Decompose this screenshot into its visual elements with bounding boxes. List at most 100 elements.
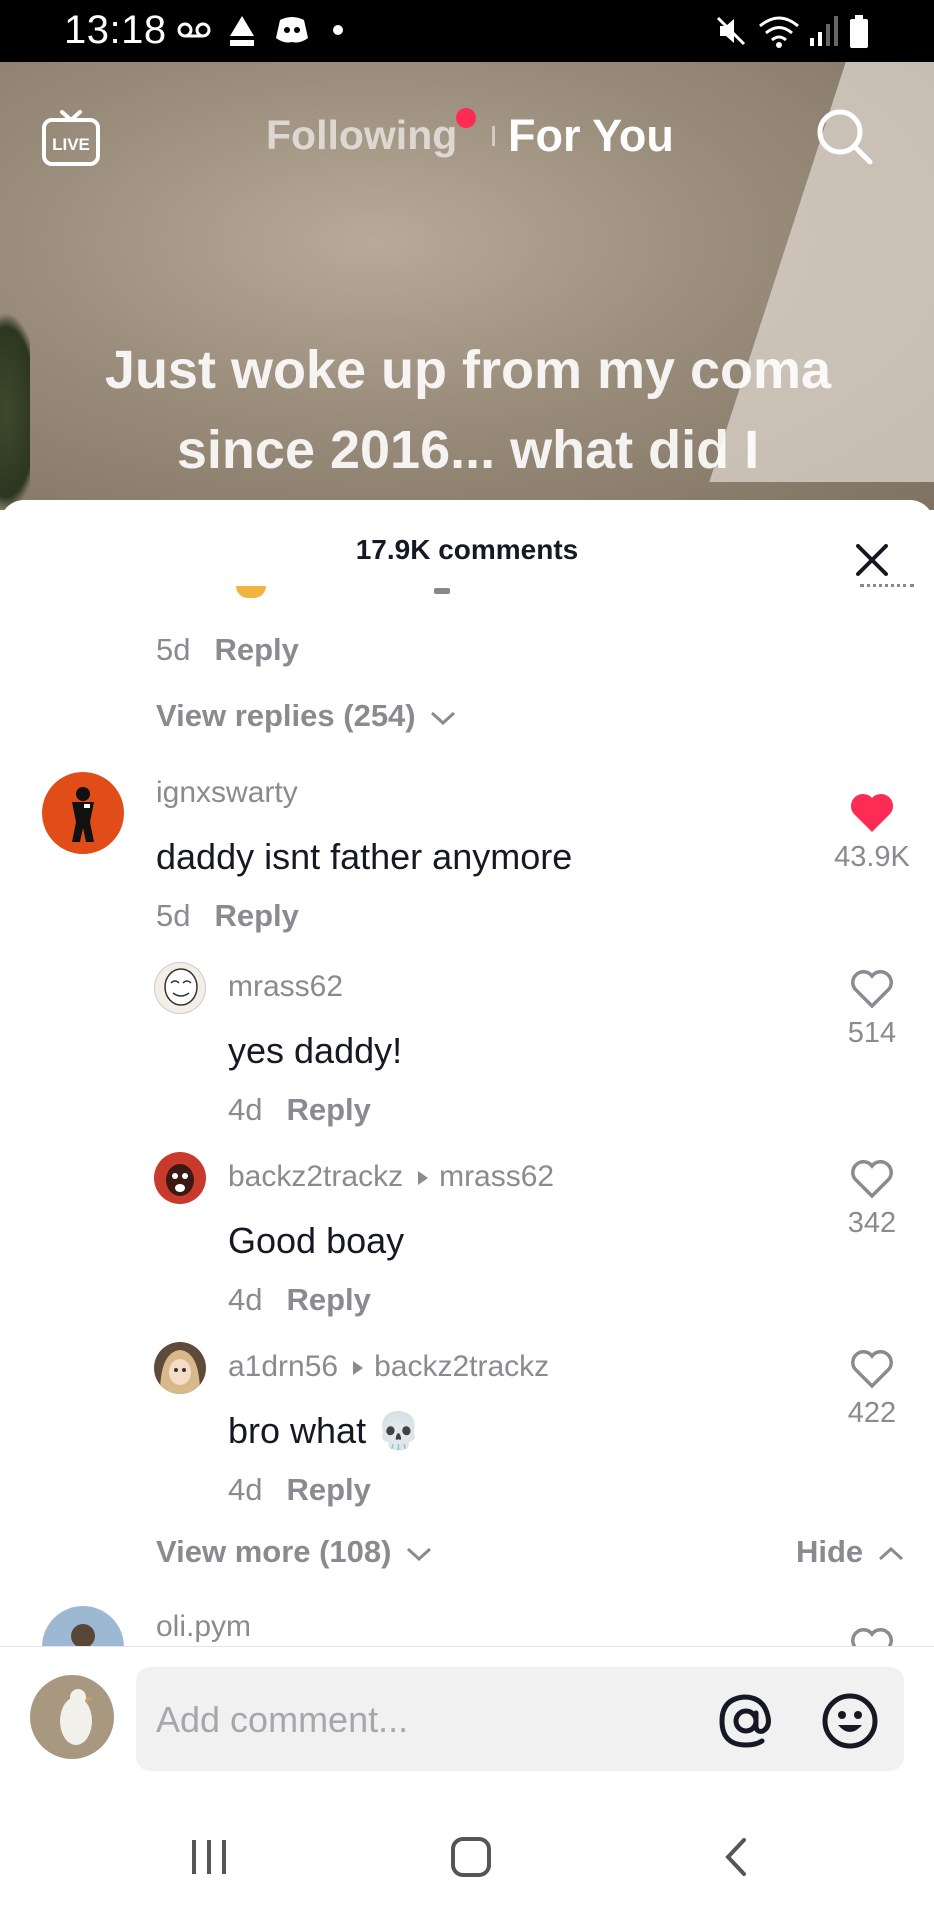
like-button[interactable]: 342 (817, 1156, 927, 1240)
hide-label: Hide (796, 1534, 864, 1569)
reply-to-arrow-icon (418, 1171, 429, 1186)
reply-to-username[interactable]: mrass62 (439, 1160, 554, 1193)
comment-age: 5d (156, 898, 191, 933)
signal-icon (810, 16, 838, 46)
reply-text: bro what 💀 (228, 1410, 421, 1451)
like-count: 422 (847, 1397, 897, 1429)
like-button[interactable]: 43.9K (817, 790, 927, 874)
my-avatar (30, 1675, 114, 1759)
heart-outline-icon (851, 970, 893, 1009)
avatar[interactable] (154, 1152, 206, 1204)
more-notifications-dot-icon (333, 25, 343, 35)
voicemail-icon (177, 22, 211, 38)
reply-meta: 4d Reply (228, 1472, 371, 1508)
comment-age: 5d (156, 632, 191, 667)
comment-input[interactable]: Add comment... (136, 1667, 904, 1771)
view-replies-label: View replies (254) (156, 698, 416, 733)
reply-username-line: backz2trackz mrass62 (228, 1160, 554, 1194)
comment-text: daddy isnt father anymore (156, 836, 573, 877)
comments-count-title: 17.9K comments (355, 534, 579, 565)
reply-age: 4d (228, 1472, 263, 1507)
avatar[interactable] (42, 772, 124, 854)
emoji-icon[interactable] (820, 1691, 880, 1751)
battery-icon (850, 15, 868, 48)
heart-filled-icon (850, 793, 894, 832)
wifi-icon (759, 16, 799, 48)
system-nav-bar (0, 1796, 934, 1920)
reply-username-line: a1drn56 backz2trackz (228, 1350, 549, 1384)
chevron-down-icon (431, 711, 456, 725)
view-more-link[interactable]: View more (108) (156, 1534, 432, 1570)
like-count: 43.9K (834, 841, 910, 873)
heart-outline-icon (851, 1160, 893, 1199)
avatar-face-icon (166, 1164, 194, 1196)
comment-username[interactable]: ignxswarty (156, 776, 298, 810)
status-time: 13:18 (64, 8, 167, 52)
comment-input-placeholder: Add comment... (156, 1699, 409, 1740)
reply-button[interactable]: Reply (214, 898, 298, 933)
reply-button[interactable]: Reply (214, 632, 298, 667)
chevron-up-icon (878, 1546, 903, 1560)
avatar[interactable] (154, 962, 206, 1014)
close-icon[interactable] (852, 540, 892, 580)
reply-button[interactable]: Reply (286, 1092, 370, 1127)
heart-outline-icon (851, 1628, 893, 1646)
live-icon[interactable]: LIVE (40, 108, 102, 170)
mention-icon[interactable] (716, 1691, 776, 1751)
reply-text: Good boay (228, 1220, 405, 1261)
hide-replies-link[interactable]: Hide (796, 1534, 904, 1570)
video-player[interactable]: Just woke up from my coma since 2016... … (0, 62, 934, 510)
recent-apps-icon[interactable] (184, 1832, 234, 1882)
reply-button[interactable]: Reply (286, 1282, 370, 1317)
avatar-bird-icon (30, 1675, 114, 1759)
like-count: 342 (847, 1207, 897, 1239)
search-icon[interactable] (814, 106, 876, 168)
comment-input-bar: Add comment... (0, 1646, 934, 1776)
like-button[interactable]: 514 (817, 966, 927, 1050)
avatar[interactable] (42, 1606, 124, 1646)
reply-age: 4d (228, 1092, 263, 1127)
avatar[interactable] (154, 1342, 206, 1394)
emoji-fragment (236, 586, 266, 598)
heart-outline-icon (851, 1350, 893, 1389)
view-more-label: View more (108) (156, 1534, 392, 1569)
video-caption: Just woke up from my coma since 2016... … (104, 340, 832, 510)
reply-meta: 4d Reply (228, 1092, 371, 1128)
comment-meta: 5d Reply (156, 898, 299, 934)
reply-to-username[interactable]: backz2trackz (374, 1350, 549, 1383)
like-button[interactable] (817, 1624, 927, 1646)
text-fragment (434, 588, 450, 594)
avatar-anime-icon (160, 1350, 200, 1394)
reply-to-arrow-icon (353, 1361, 364, 1376)
avatar-meme-face-icon (164, 968, 198, 1006)
reply-text: yes daddy! (228, 1030, 403, 1071)
tab-divider (492, 126, 495, 146)
mute-icon (716, 16, 746, 46)
reply-username[interactable]: mrass62 (228, 970, 343, 1004)
reply-username[interactable]: backz2trackz (228, 1160, 403, 1193)
home-icon[interactable] (446, 1832, 496, 1882)
comment-list[interactable]: 5d Reply View replies (254) ignxswarty da… (0, 584, 934, 1646)
view-replies-link[interactable]: View replies (254) (156, 698, 456, 734)
chevron-down-icon (407, 1547, 432, 1561)
like-count-fragment (860, 584, 914, 592)
tab-for-you[interactable]: For You (508, 110, 674, 162)
reply-username[interactable]: a1drn56 (228, 1350, 338, 1383)
reply-meta: 4d Reply (228, 1282, 371, 1318)
maps-notification-icon (230, 16, 254, 46)
avatar-person-icon (71, 1624, 95, 1646)
comment-meta: 5d Reply (156, 632, 299, 668)
discord-icon (276, 17, 308, 43)
like-button[interactable]: 422 (817, 1346, 927, 1430)
reply-button[interactable]: Reply (286, 1472, 370, 1507)
avatar-figure-icon (72, 787, 94, 842)
following-notification-dot (456, 108, 476, 128)
comment-username[interactable]: oli.pym (156, 1610, 251, 1644)
reply-age: 4d (228, 1282, 263, 1317)
tab-following[interactable]: Following (266, 112, 457, 159)
status-bar: 13:18 (0, 0, 934, 62)
like-count: 514 (847, 1017, 897, 1049)
svg-text:LIVE: LIVE (52, 135, 90, 154)
back-icon[interactable] (712, 1832, 762, 1882)
plant-image (0, 312, 30, 510)
